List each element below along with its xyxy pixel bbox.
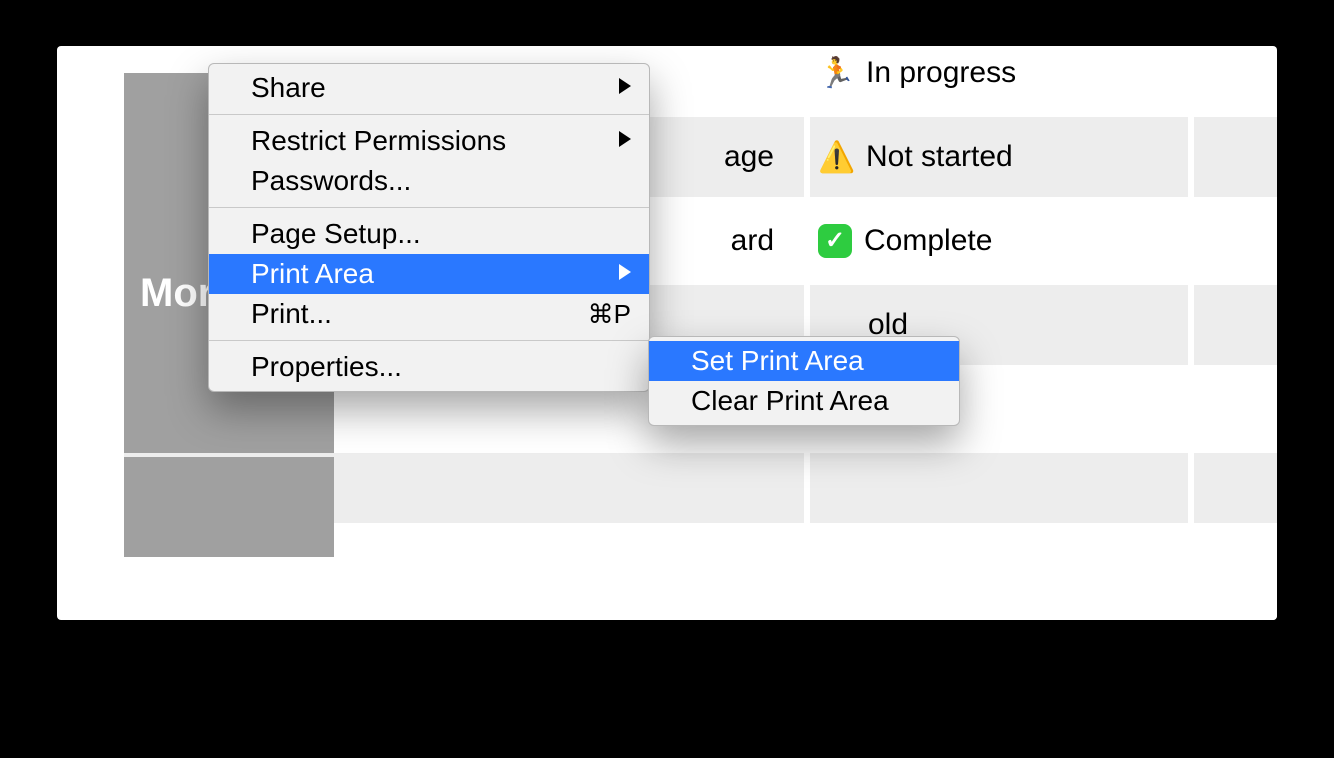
status-text: In progress — [866, 56, 1016, 90]
menu-item-print[interactable]: Print... ⌘P — [209, 294, 649, 334]
menu-item-print-area[interactable]: Print Area — [209, 254, 649, 294]
submenu-arrow-icon — [619, 254, 631, 294]
menu-separator — [209, 207, 649, 208]
status-cell: ✓ Complete — [808, 201, 1188, 281]
menu-separator — [209, 114, 649, 115]
row-header-label: Mor — [140, 271, 213, 316]
status-text: Not started — [866, 140, 1013, 174]
task-fragment: ard — [731, 224, 774, 258]
submenu-item-set-print-area[interactable]: Set Print Area — [649, 341, 959, 381]
menu-item-share[interactable]: Share — [209, 68, 649, 108]
outer-frame: 🏃 In progress age ⚠️ Not started — [57, 46, 1277, 620]
menu-item-page-setup[interactable]: Page Setup... — [209, 214, 649, 254]
submenu-arrow-icon — [619, 68, 631, 108]
submenu-arrow-icon — [619, 121, 631, 161]
task-fragment: age — [724, 140, 774, 174]
menu-item-label: Passwords... — [251, 165, 411, 196]
context-menu: Share Restrict Permissions Passwords... … — [208, 63, 650, 392]
status-text: Complete — [864, 224, 992, 258]
warning-icon: ⚠️ — [818, 140, 854, 175]
check-icon: ✓ — [818, 224, 852, 258]
column-divider — [1188, 453, 1194, 523]
menu-item-restrict-permissions[interactable]: Restrict Permissions — [209, 121, 649, 161]
menu-item-label: Print... — [251, 298, 332, 329]
runner-icon: 🏃 — [818, 56, 854, 91]
status-cell: 🏃 In progress — [808, 46, 1188, 113]
menu-item-properties[interactable]: Properties... — [209, 347, 649, 387]
row-header-blank — [124, 457, 334, 557]
column-divider — [1188, 285, 1194, 365]
menu-item-label: Properties... — [251, 351, 402, 382]
status-cell: ⚠️ Not started — [808, 117, 1188, 197]
menu-item-label: Restrict Permissions — [251, 125, 506, 156]
column-divider — [1188, 117, 1194, 197]
menu-item-passwords[interactable]: Passwords... — [209, 161, 649, 201]
print-area-submenu: Set Print Area Clear Print Area — [648, 336, 960, 426]
menu-item-label: Clear Print Area — [691, 385, 889, 416]
menu-item-label: Set Print Area — [691, 345, 864, 376]
menu-item-label: Print Area — [251, 258, 374, 289]
column-divider — [804, 117, 810, 197]
menu-separator — [209, 340, 649, 341]
menu-item-label: Page Setup... — [251, 218, 421, 249]
content-area: 🏃 In progress age ⚠️ Not started — [124, 73, 1277, 620]
submenu-item-clear-print-area[interactable]: Clear Print Area — [649, 381, 959, 421]
keyboard-shortcut: ⌘P — [588, 294, 631, 334]
column-divider — [804, 453, 810, 523]
menu-item-label: Share — [251, 72, 326, 103]
